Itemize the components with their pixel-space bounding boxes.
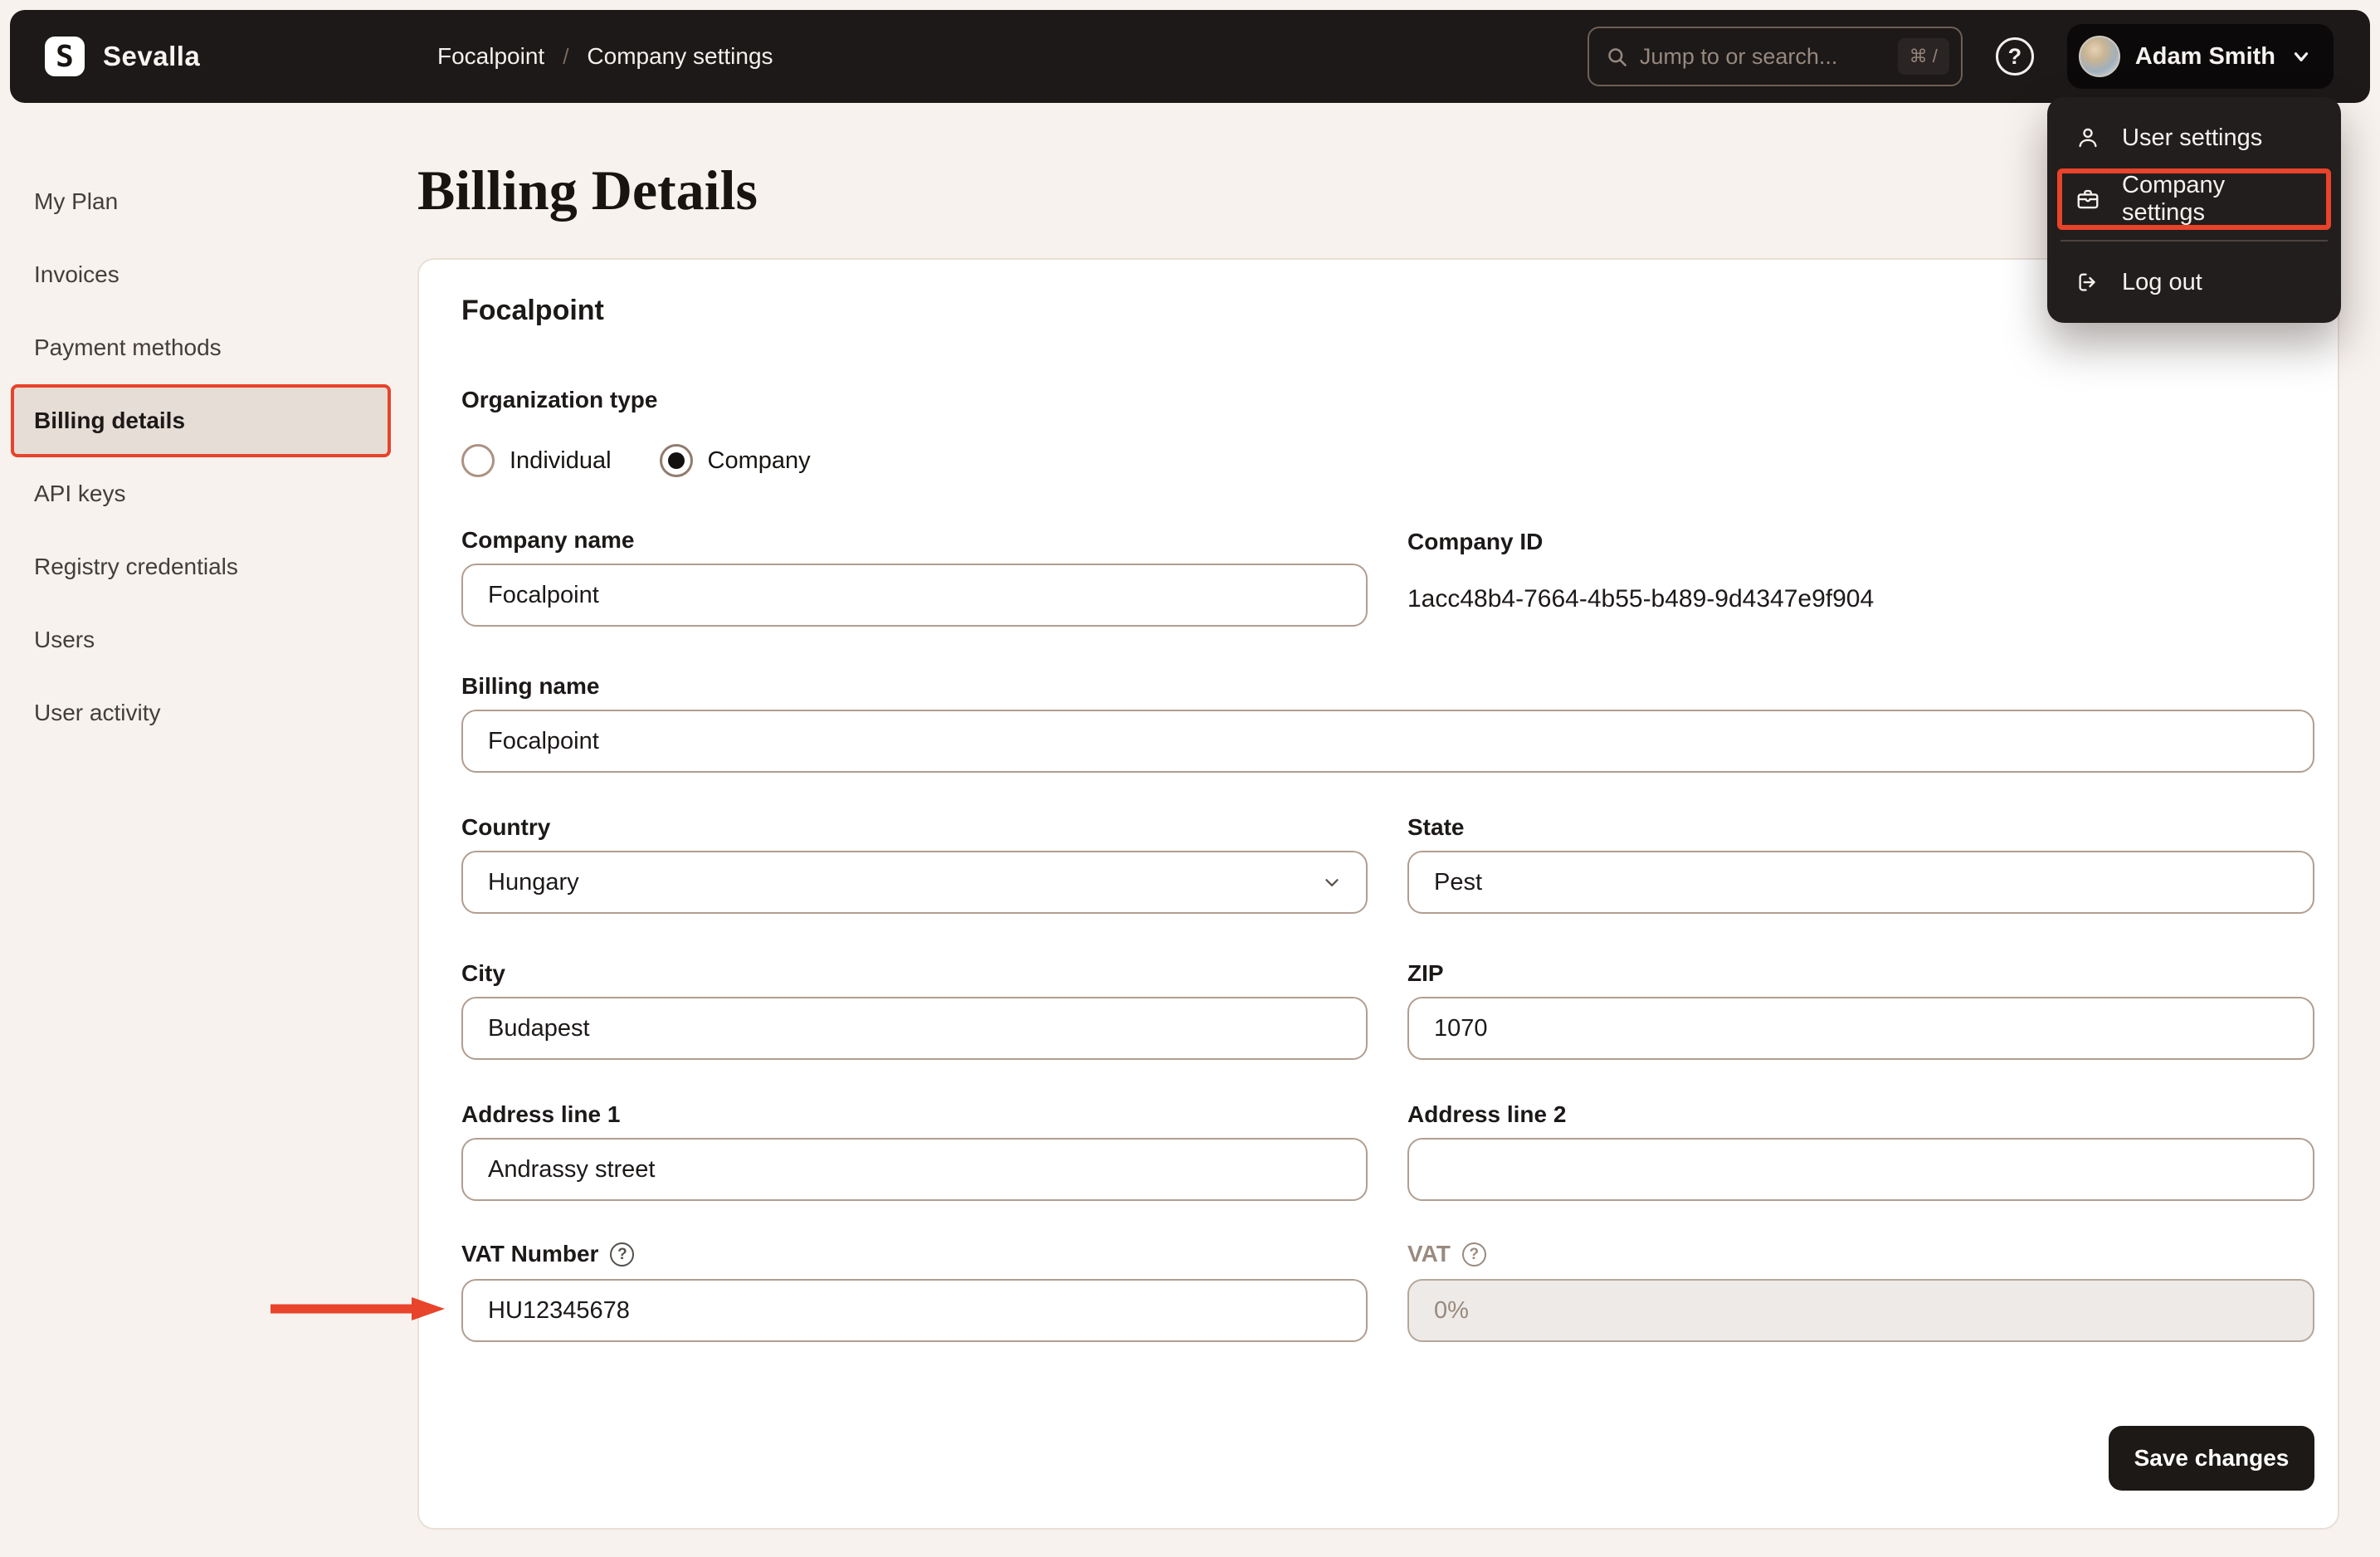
organization-type-label: Organization type — [461, 387, 658, 412]
address-line-2-input[interactable] — [1407, 1138, 2314, 1201]
country-select[interactable]: Hungary — [461, 851, 1368, 914]
state-label: State — [1407, 814, 1465, 840]
sidebar-item-invoices[interactable]: Invoices — [11, 238, 391, 311]
menu-item-label: Log out — [2122, 268, 2202, 295]
billing-details-card: Focalpoint Organization type Individual … — [417, 258, 2339, 1530]
vat-label: VAT — [1407, 1241, 1451, 1267]
page-title: Billing Details — [417, 159, 758, 222]
user-dropdown-menu: User settings Company settings Log out — [2047, 97, 2341, 323]
help-icon[interactable]: ? — [1995, 37, 2034, 76]
company-name-input[interactable] — [461, 564, 1368, 627]
menu-item-company-settings[interactable]: Company settings — [2057, 168, 2331, 230]
sevalla-logo-icon: S — [45, 37, 85, 76]
radio-individual[interactable]: Individual — [461, 444, 612, 477]
radio-circle-icon — [461, 444, 495, 477]
breadcrumb-separator: / — [563, 43, 569, 69]
breadcrumb-org[interactable]: Focalpoint — [437, 43, 544, 70]
search-shortcut-badge: ⌘ / — [1897, 38, 1949, 75]
user-menu-button[interactable]: Adam Smith — [2066, 24, 2334, 89]
state-input[interactable] — [1407, 851, 2314, 914]
vat-number-label: VAT Number — [461, 1241, 599, 1267]
logout-icon — [2079, 273, 2095, 291]
card-title: Focalpoint — [461, 295, 604, 326]
sidebar-item-api-keys[interactable]: API keys — [11, 457, 391, 530]
vat-input — [1407, 1279, 2314, 1342]
vat-number-input[interactable] — [461, 1279, 1368, 1342]
radio-label: Company — [707, 447, 811, 474]
zip-label: ZIP — [1407, 960, 1444, 986]
billing-name-input[interactable] — [461, 710, 2314, 773]
search-input[interactable] — [1639, 43, 1886, 70]
search-icon — [1608, 47, 1626, 66]
radio-label: Individual — [510, 447, 612, 474]
sidebar-item-users[interactable]: Users — [11, 603, 391, 676]
briefcase-icon — [2077, 189, 2099, 209]
avatar — [2078, 36, 2120, 77]
topbar-right: ⌘ / ? Adam Smith — [1587, 10, 2334, 103]
country-value: Hungary — [488, 868, 579, 896]
company-id-label: Company ID — [1407, 529, 1544, 554]
company-name-label: Company name — [461, 527, 635, 553]
vat-label-row: VAT ? — [1407, 1241, 1486, 1267]
sidebar-item-registry-credentials[interactable]: Registry credentials — [11, 530, 391, 603]
user-name: Adam Smith — [2134, 42, 2275, 70]
menu-divider — [2061, 240, 2328, 242]
vat-number-label-row: VAT Number ? — [461, 1241, 635, 1267]
zip-input[interactable] — [1407, 997, 2314, 1060]
address-line-1-label: Address line 1 — [461, 1101, 621, 1127]
search-box[interactable]: ⌘ / — [1587, 27, 1963, 86]
address-line-1-input[interactable] — [461, 1138, 1368, 1201]
topbar: S Sevalla Focalpoint / Company settings … — [10, 10, 2370, 103]
save-changes-button[interactable]: Save changes — [2109, 1426, 2314, 1491]
help-circle-icon[interactable]: ? — [1461, 1242, 1486, 1267]
help-circle-icon[interactable]: ? — [610, 1242, 635, 1267]
menu-item-label: Company settings — [2122, 172, 2226, 226]
sidebar-item-payment-methods[interactable]: Payment methods — [11, 311, 391, 384]
menu-item-user-settings[interactable]: User settings — [2057, 107, 2331, 168]
address-line-2-label: Address line 2 — [1407, 1101, 1567, 1127]
menu-item-log-out[interactable]: Log out — [2057, 251, 2331, 313]
chevron-down-icon — [1325, 879, 1339, 886]
brand: S Sevalla — [45, 10, 200, 103]
annotation-arrow — [271, 1297, 445, 1320]
city-label: City — [461, 960, 505, 986]
sidebar-item-billing-details[interactable]: Billing details — [11, 384, 391, 457]
billing-name-label: Billing name — [461, 673, 600, 699]
country-label: Country — [461, 814, 551, 840]
company-id-value: 1acc48b4-7664-4b55-b489-9d4347e9f904 — [1407, 585, 1875, 613]
brand-name: Sevalla — [103, 41, 201, 71]
breadcrumb: Focalpoint / Company settings — [437, 10, 773, 103]
city-input[interactable] — [461, 997, 1368, 1060]
user-icon — [2079, 128, 2097, 148]
breadcrumb-page[interactable]: Company settings — [587, 43, 773, 70]
menu-item-label: User settings — [2122, 124, 2263, 151]
chevron-down-icon — [2294, 52, 2309, 61]
sidebar-item-my-plan[interactable]: My Plan — [11, 165, 391, 238]
radio-company[interactable]: Company — [659, 444, 811, 477]
radio-circle-icon — [659, 444, 693, 477]
sidebar-item-user-activity[interactable]: User activity — [11, 676, 391, 749]
sidebar: My Plan Invoices Payment methods Billing… — [11, 165, 391, 749]
organization-type-radios: Individual Company — [461, 444, 811, 477]
